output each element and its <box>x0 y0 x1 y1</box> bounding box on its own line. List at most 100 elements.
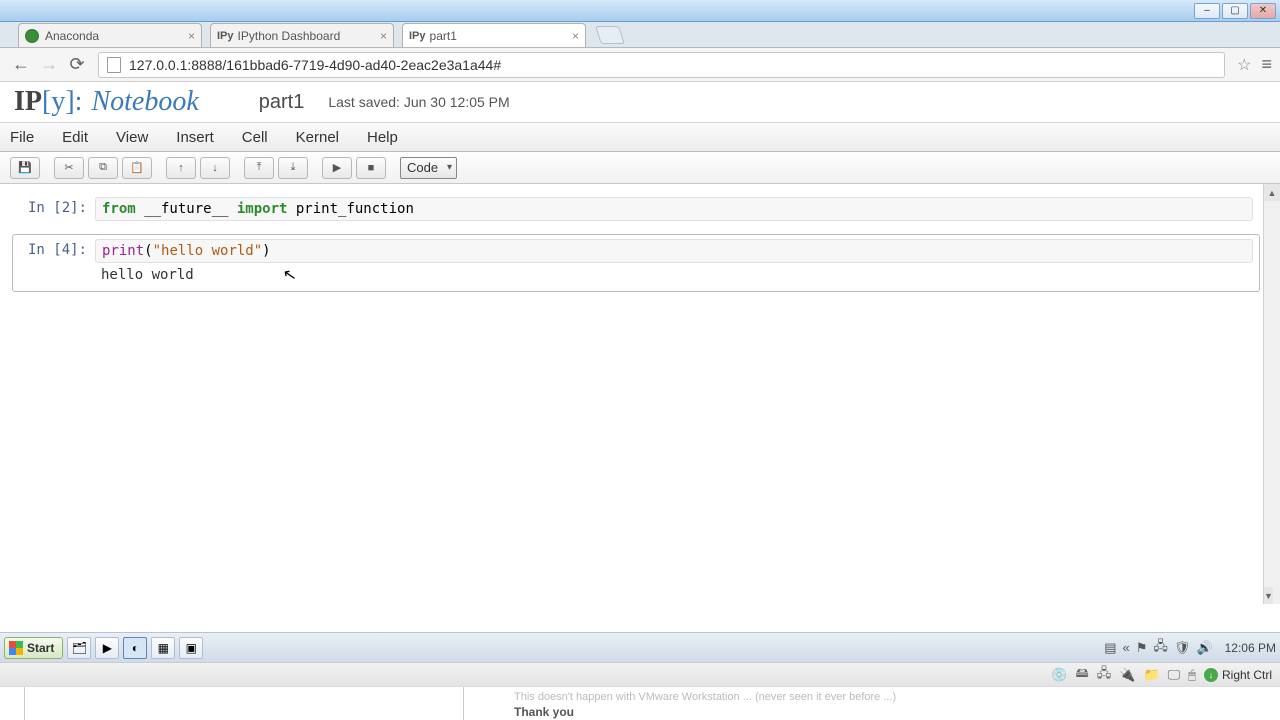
menu-cell[interactable]: Cell <box>242 129 268 146</box>
menu-edit[interactable]: Edit <box>62 129 88 146</box>
back-button[interactable]: ← <box>8 52 34 78</box>
start-button[interactable]: Start <box>4 637 63 659</box>
vm-mouse-icon[interactable]: 🖱 <box>1188 667 1196 683</box>
ipy-icon: IPy <box>409 30 426 42</box>
input-prompt: In [4]: <box>19 239 95 258</box>
vm-display-icon[interactable]: 🖵 <box>1168 667 1181 683</box>
reload-button[interactable]: ⟳ <box>64 52 90 78</box>
notebook-header: IP[y]: Notebook part1 Last saved: Jun 30… <box>0 82 1280 122</box>
menu-kernel[interactable]: Kernel <box>296 129 339 146</box>
vm-hdd-icon[interactable]: 🖴 <box>1076 664 1089 686</box>
cut-button[interactable]: ✂ <box>54 157 84 179</box>
vm-usb-icon[interactable]: 🔌 <box>1119 667 1135 683</box>
tab-close-icon[interactable]: × <box>380 29 387 43</box>
save-button[interactable]: 💾 <box>10 157 40 179</box>
browser-toolbar: ← → ⟳ 127.0.0.1:8888/161bbad6-7719-4d90-… <box>0 48 1280 82</box>
vm-shared-icon[interactable]: 📁 <box>1143 667 1159 683</box>
insert-below-button[interactable]: ⤓ <box>278 157 308 179</box>
code-input[interactable]: from __future__ import print_function <box>95 197 1253 221</box>
tray-network-icon[interactable]: 🖧 <box>1153 637 1168 659</box>
insert-above-button[interactable]: ⤒ <box>244 157 274 179</box>
copy-button[interactable]: ⧉ <box>88 157 118 179</box>
windows-flag-icon <box>9 641 23 655</box>
background-faint-text: This doesn't happen with VMware Workstat… <box>514 691 1240 703</box>
copy-icon: ⧉ <box>99 161 107 174</box>
system-tray: ▤ « ⚑ 🖧 🛡 🔊 12:06 PM <box>1104 637 1276 659</box>
url-text: 127.0.0.1:8888/161bbad6-7719-4d90-ad40-2… <box>129 57 501 73</box>
vm-net-icon[interactable]: 🖧 <box>1097 664 1112 686</box>
quicklaunch-media[interactable]: ▶ <box>95 637 119 659</box>
background-thanks-text: Thank you <box>514 705 1240 719</box>
windows-taskbar: Start 🗂 ▶ ◐ ▦ ▣ ▤ « ⚑ 🖧 🛡 🔊 12:06 PM <box>0 632 1280 662</box>
tray-icon[interactable]: ▤ <box>1104 640 1116 656</box>
ipython-logo[interactable]: IP[y]: Notebook <box>14 86 199 118</box>
tab-label: part1 <box>430 29 457 43</box>
last-saved-label: Last saved: Jun 30 12:05 PM <box>328 94 509 110</box>
notebook-area: In [2]: from __future__ import print_fun… <box>0 184 1280 604</box>
host-key-indicator[interactable]: ↓ Right Ctrl <box>1204 668 1272 682</box>
cell-output: hello world <box>95 263 1253 287</box>
vm-status-bar: 💿 🖴 🖧 🔌 📁 🖵 🖱 ↓ Right Ctrl <box>0 662 1280 686</box>
run-button[interactable]: ▶ <box>322 157 352 179</box>
vm-disk-icon[interactable]: 💿 <box>1051 667 1067 683</box>
menu-file[interactable]: File <box>10 129 34 146</box>
background-right-panel: This doesn't happen with VMware Workstat… <box>474 687 1280 720</box>
tray-volume-icon[interactable]: 🔊 <box>1196 640 1212 656</box>
tab-close-icon[interactable]: × <box>188 29 195 43</box>
quicklaunch-explorer[interactable]: 🗂 <box>67 637 91 659</box>
tray-shield-icon[interactable]: 🛡 <box>1174 640 1191 656</box>
bookmark-star-icon[interactable]: ☆ <box>1237 55 1251 75</box>
quicklaunch-app[interactable]: ▦ <box>151 637 175 659</box>
host-key-icon: ↓ <box>1204 668 1218 682</box>
paste-icon: 📋 <box>130 161 144 174</box>
tab-part1[interactable]: IPy part1 × <box>402 23 586 47</box>
code-cell[interactable]: In [4]: print("hello world") hello world <box>12 234 1260 292</box>
taskbar-clock[interactable]: 12:06 PM <box>1225 641 1276 655</box>
menu-insert[interactable]: Insert <box>176 129 214 146</box>
quicklaunch-cmd[interactable]: ▣ <box>179 637 203 659</box>
quicklaunch-chrome[interactable]: ◐ <box>123 637 147 659</box>
scroll-down-icon[interactable]: ▼ <box>1264 587 1273 604</box>
page-icon <box>107 57 121 73</box>
move-up-button[interactable]: ↑ <box>166 157 196 179</box>
window-minimize-button[interactable]: – <box>1194 3 1220 19</box>
background-left-panel <box>24 687 464 720</box>
arrow-up-icon: ↑ <box>178 162 184 174</box>
scroll-up-icon[interactable]: ▲ <box>1264 184 1280 201</box>
menubar: File Edit View Insert Cell Kernel Help <box>0 122 1280 152</box>
vertical-scrollbar[interactable]: ▲ ▼ <box>1263 184 1280 604</box>
notebook-title[interactable]: part1 <box>259 91 305 114</box>
cut-icon: ✂ <box>64 161 73 174</box>
chrome-menu-icon[interactable]: ≡ <box>1261 54 1272 75</box>
anaconda-icon <box>25 29 39 43</box>
tray-flag-icon[interactable]: ⚑ <box>1136 640 1148 656</box>
code-input[interactable]: print("hello world") <box>95 239 1253 263</box>
cell-type-label: Code <box>407 160 438 175</box>
paste-button[interactable]: 📋 <box>122 157 152 179</box>
tray-expand-icon[interactable]: « <box>1123 640 1130 655</box>
window-maximize-button[interactable]: ▢ <box>1222 3 1248 19</box>
window-close-button[interactable]: ✕ <box>1250 3 1276 19</box>
stop-icon: ■ <box>368 162 375 174</box>
move-down-button[interactable]: ↓ <box>200 157 230 179</box>
menu-help[interactable]: Help <box>367 129 398 146</box>
background-page-strip: This doesn't happen with VMware Workstat… <box>0 686 1280 720</box>
tab-anaconda[interactable]: Anaconda × <box>18 23 202 47</box>
tab-label: IPython Dashboard <box>238 29 341 43</box>
tab-ipython-dashboard[interactable]: IPy IPython Dashboard × <box>210 23 394 47</box>
input-prompt: In [2]: <box>19 197 95 216</box>
tab-close-icon[interactable]: × <box>572 29 579 43</box>
tab-label: Anaconda <box>45 29 99 43</box>
code-cell[interactable]: In [2]: from __future__ import print_fun… <box>12 192 1260 226</box>
cell-type-select[interactable]: Code <box>400 157 457 179</box>
ipy-icon: IPy <box>217 30 234 42</box>
menu-view[interactable]: View <box>116 129 148 146</box>
address-bar[interactable]: 127.0.0.1:8888/161bbad6-7719-4d90-ad40-2… <box>98 52 1225 78</box>
insert-below-icon: ⤓ <box>291 161 296 174</box>
new-tab-button[interactable] <box>595 26 625 44</box>
play-icon: ▶ <box>333 161 341 174</box>
browser-tabstrip: Anaconda × IPy IPython Dashboard × IPy p… <box>0 22 1280 48</box>
interrupt-button[interactable]: ■ <box>356 157 386 179</box>
arrow-down-icon: ↓ <box>212 162 218 174</box>
forward-button[interactable]: → <box>36 52 62 78</box>
